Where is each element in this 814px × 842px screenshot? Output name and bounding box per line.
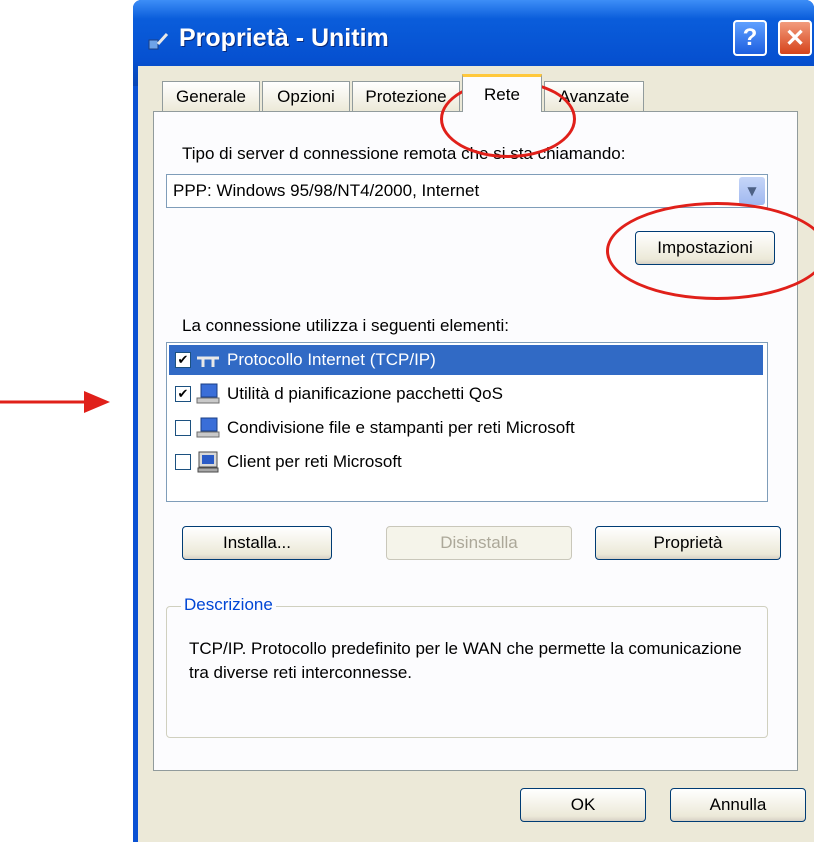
list-item[interactable]: ✔ Utilità d pianificazione pacchetti QoS (169, 379, 763, 409)
dialog-body: Generale Opzioni Protezione Rete Avanzat… (138, 66, 814, 842)
list-item[interactable]: ✔ Protocollo Internet (TCP/IP) (169, 345, 763, 375)
server-type-label: Tipo di server d connessione remota che … (182, 144, 626, 163)
network-protocol-icon (197, 356, 219, 367)
properties-button[interactable]: Proprietà (595, 526, 781, 560)
components-label: La connessione utilizza i seguenti eleme… (182, 316, 509, 335)
checkbox-checked[interactable]: ✔ (175, 352, 191, 368)
checkbox-checked[interactable]: ✔ (175, 386, 191, 402)
help-button[interactable]: ? (733, 20, 767, 56)
tab-rete[interactable]: Rete (462, 74, 542, 112)
list-item-label: Protocollo Internet (TCP/IP) (227, 350, 436, 369)
list-item[interactable]: Client per reti Microsoft (169, 447, 763, 477)
ok-button[interactable]: OK (520, 788, 646, 822)
network-client-icon (197, 451, 219, 473)
uninstall-button: Disinstalla (386, 526, 572, 560)
install-button[interactable]: Installa... (182, 526, 332, 560)
list-item-label: Utilità d pianificazione pacchetti QoS (227, 384, 503, 403)
cancel-button[interactable]: Annulla (670, 788, 806, 822)
checkbox-unchecked[interactable] (175, 454, 191, 470)
tab-generale[interactable]: Generale (162, 81, 260, 111)
description-text: TCP/IP. Protocollo predefinito per le WA… (189, 639, 742, 682)
server-type-value: PPP: Windows 95/98/NT4/2000, Internet (173, 181, 480, 200)
close-button[interactable]: ✕ (778, 20, 812, 56)
description-group: Descrizione TCP/IP. Protocollo predefini… (166, 595, 768, 738)
list-item-label: Condivisione file e stampanti per reti M… (227, 418, 575, 437)
components-list[interactable]: ✔ Protocollo Internet (TCP/IP) ✔ Utilità… (166, 342, 768, 502)
network-service-icon (196, 417, 220, 438)
description-title: Descrizione (181, 595, 276, 615)
list-item-label: Client per reti Microsoft (227, 452, 402, 471)
chevron-down-icon[interactable]: ▼ (739, 177, 765, 205)
network-service-icon (196, 383, 220, 404)
list-item[interactable]: Condivisione file e stampanti per reti M… (169, 413, 763, 443)
dialog-window: Proprietà - Unitim ? ✕ Generale Opzioni … (133, 0, 814, 842)
server-type-select[interactable]: PPP: Windows 95/98/NT4/2000, Internet ▼ (166, 174, 768, 208)
window-title: Proprietà - Unitim (179, 24, 389, 52)
annotation-arrow (0, 391, 110, 413)
annotation-circle-settings (606, 202, 814, 300)
tab-opzioni[interactable]: Opzioni (262, 81, 350, 111)
connection-icon (148, 32, 169, 50)
checkbox-unchecked[interactable] (175, 420, 191, 436)
